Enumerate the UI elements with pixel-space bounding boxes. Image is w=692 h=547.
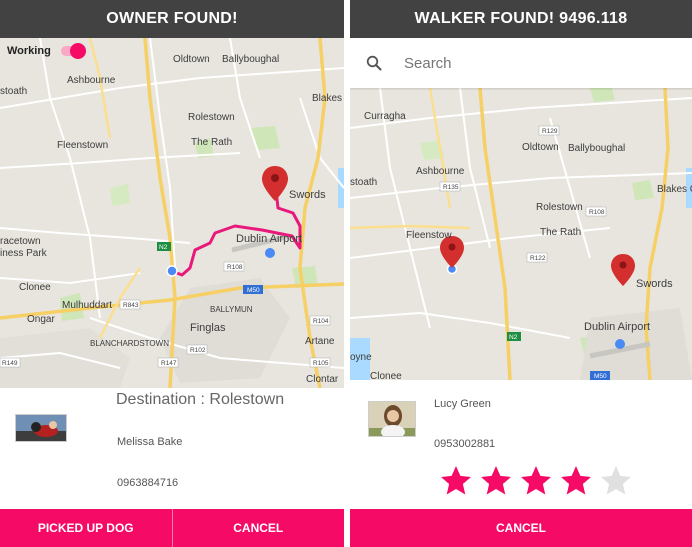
map-label-the-rath: The Rath [191,137,232,148]
map-shield-r135: R135 [443,184,459,191]
walker-map[interactable]: R129 R135 R108 R122 N2 M50 Curragha Oldt… [350,88,692,380]
star-filled-icon[interactable] [476,463,516,499]
map-label-swords: Swords [636,278,673,290]
working-label: Working [7,45,51,57]
map-label-finglas: Finglas [190,322,226,334]
map-shield-r108: R108 [227,264,243,271]
walker-screen: WALKER FOUND! 9496.118 R129 R135 R108 R1… [350,0,692,547]
map-label-oyne: oyne [350,352,372,363]
picked-up-dog-button[interactable]: PICKED UP DOG [0,509,172,547]
star-filled-icon[interactable] [556,463,596,499]
map-label-blakes: Blakes C [657,184,692,195]
map-label-clonee: Clonee [370,371,402,380]
owner-screen: OWNER FOUND! N2 M50 R108 R843 R102 R104 … [0,0,344,547]
search-bar [350,38,692,88]
owner-map[interactable]: N2 M50 R108 R843 R102 R104 R105 R147 R14… [0,38,344,388]
map-label-oldtown: Oldtown [522,142,559,153]
search-icon[interactable] [366,55,382,71]
map-shield-n2: N2 [159,244,168,251]
map-label-iness-park: iness Park [0,248,48,259]
toggle-knob [69,43,86,59]
destination-label: Destination : Rolestown [116,391,285,408]
map-shield-r122: R122 [530,255,546,262]
owner-name: Melissa Bake [117,436,183,448]
map-label-curragha: Curragha [364,111,406,122]
map-label-rolestown: Rolestown [536,202,583,213]
map-label-mulhuddart: Mulhuddart [62,300,112,311]
map-label-fleenstown: Fleenstown [57,140,108,151]
map-label-blanchardstown: BLANCHARDSTOWN [90,339,169,348]
walker-avatar-image [369,402,415,436]
map-shield-r104: R104 [313,318,329,325]
map-label-oldtown: Oldtown [173,54,210,65]
walker-map-canvas[interactable]: R129 R135 R108 R122 N2 M50 Curragha Oldt… [350,88,692,380]
owner-cancel-button[interactable]: CANCEL [172,509,344,547]
map-shield-r147: R147 [161,360,177,367]
walker-phone: 0953002881 [434,438,496,450]
map-label-fleenstown: Fleenstow [406,230,452,241]
walker-cancel-button[interactable]: CANCEL [350,509,692,547]
owner-map-canvas[interactable]: N2 M50 R108 R843 R102 R104 R105 R147 R14… [0,38,344,388]
working-toggle[interactable] [60,43,87,59]
map-label-ongar: Ongar [27,314,55,325]
walker-title-bar: WALKER FOUND! 9496.118 [350,0,692,38]
map-label-clonee: Clonee [19,282,51,293]
map-label-dublin-airport: Dublin Airport [584,321,650,333]
map-label-dublin-airport: Dublin Airport [236,233,302,245]
map-shield-n2: N2 [509,334,518,341]
map-shield-m50: M50 [247,287,260,294]
map-label-blakes: Blakes [312,93,342,104]
walker-action-bar: CANCEL [350,509,692,547]
map-shield-r105: R105 [313,360,329,367]
owner-info-panel: Destination : Rolestown Melissa Bake 096… [0,388,344,509]
owner-avatar-image [16,415,66,441]
walker-title: WALKER FOUND! 9496.118 [414,10,628,27]
star-empty-icon[interactable] [596,463,636,499]
map-label-swords: Swords [289,189,326,201]
working-toggle-row: Working [0,43,87,59]
map-label-stoath: stoath [350,177,377,188]
map-shield-r102: R102 [190,347,206,354]
walker-avatar [368,401,416,437]
star-filled-icon[interactable] [436,463,476,499]
map-label-ashbourne: Ashbourne [67,75,116,86]
star-filled-icon[interactable] [516,463,556,499]
owner-phone: 0963884716 [117,477,179,489]
search-input[interactable] [404,54,644,72]
map-label-rolestown: Rolestown [188,112,235,123]
map-label-ashbourne: Ashbourne [416,166,465,177]
walker-name: Lucy Green [434,398,491,410]
map-shield-r843: R843 [123,302,139,309]
owner-title: OWNER FOUND! [106,10,238,27]
owner-title-bar: OWNER FOUND! [0,0,344,38]
map-shield-r129: R129 [542,128,558,135]
map-label-ballymun: BALLYMUN [210,305,253,314]
map-shield-m50: M50 [594,373,607,380]
map-shield-r149: R149 [2,360,18,367]
owner-action-bar: PICKED UP DOG CANCEL [0,509,344,547]
map-label-artane: Artane [305,336,335,347]
map-label-ballyboughal: Ballyboughal [568,143,625,154]
map-label-racetown: racetown [0,236,41,247]
map-label-ballyboughal: Ballyboughal [222,54,279,65]
owner-avatar [15,414,67,442]
map-label-the-rath: The Rath [540,227,581,238]
map-label-stoath: stoath [0,86,27,97]
map-shield-r108: R108 [589,209,605,216]
map-label-clontarf: Clontar [306,374,339,385]
rating-stars [436,463,636,499]
